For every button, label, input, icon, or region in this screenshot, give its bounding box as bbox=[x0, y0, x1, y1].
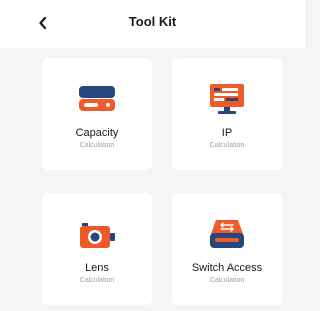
tool-label: Capacity bbox=[75, 127, 119, 139]
page-title: Tool Kit bbox=[128, 14, 177, 29]
tool-label: Switch Access bbox=[191, 262, 263, 274]
hard-drive-icon bbox=[79, 86, 115, 111]
tool-sublabel: Calculation bbox=[79, 142, 115, 149]
switch-access-calculation-card[interactable]: Switch Access Calculation bbox=[172, 193, 282, 305]
tool-sublabel: Calculation bbox=[209, 142, 245, 149]
ip-calculation-card[interactable]: IP Calculation bbox=[172, 58, 282, 170]
tool-kit-screen: Tool Kit Capacity Calculation IP Calcula… bbox=[0, 0, 305, 311]
camera-icon bbox=[80, 223, 115, 248]
lens-calculation-card[interactable]: Lens Calculation bbox=[42, 193, 152, 305]
tool-sublabel: Calculation bbox=[209, 277, 245, 284]
tool-sublabel: Calculation bbox=[79, 277, 115, 284]
capacity-calculation-card[interactable]: Capacity Calculation bbox=[42, 58, 152, 170]
monitor-icon bbox=[210, 84, 244, 114]
tool-label: Lens bbox=[85, 262, 109, 274]
header-bar: Tool Kit bbox=[0, 0, 305, 48]
tool-label: IP bbox=[221, 127, 233, 139]
network-switch-icon bbox=[210, 220, 244, 248]
